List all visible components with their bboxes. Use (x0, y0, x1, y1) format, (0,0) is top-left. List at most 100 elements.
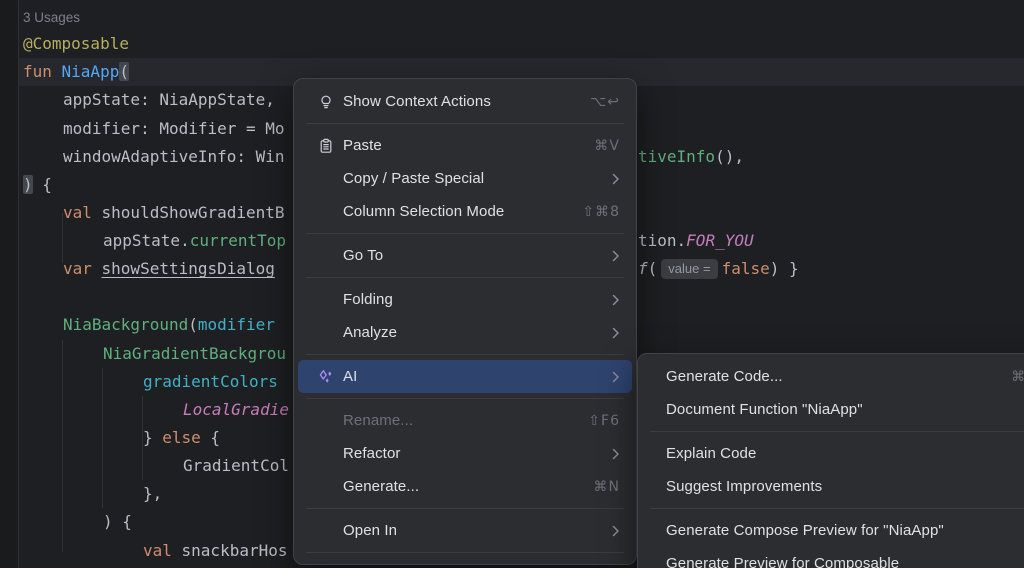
menu-item-label: Open In (343, 522, 397, 539)
code-line[interactable]: modifier: Modifier = Mo (63, 115, 285, 143)
menu-item-generate[interactable]: Generate...⌘N (298, 470, 632, 503)
menu-item-label: Generate Code... (666, 368, 783, 385)
code-line[interactable]: }, (143, 480, 162, 508)
code-line[interactable]: ) { (23, 171, 52, 199)
menu-item-label: Rename... (343, 412, 413, 429)
code-line[interactable]: appState.currentTop (103, 227, 286, 255)
code-token: modifier: Modifier = Mo (63, 119, 285, 138)
code-line[interactable]: f(value =false) } (638, 255, 799, 283)
code-line[interactable]: ) { (103, 508, 132, 536)
code-token: modifier (198, 315, 275, 334)
code-line[interactable]: windowAdaptiveInfo: Win (63, 143, 285, 171)
code-token: else (162, 428, 201, 447)
menu-item-open-in[interactable]: Open In (298, 514, 632, 547)
code-token: { (33, 175, 52, 194)
code-token: (), (715, 147, 744, 166)
code-token: NiaGradientBackgrou (103, 344, 286, 363)
code-line[interactable]: LocalGradie (183, 396, 289, 424)
menu-item-label: Show Context Actions (343, 93, 491, 110)
code-token: val (63, 203, 102, 222)
code-line[interactable]: appState: NiaAppState, (63, 86, 275, 114)
ide-editor-screen: 3 Usages @Composablefun NiaApp( appState: … (0, 0, 1024, 568)
menu-item-paste[interactable]: Paste⌘V (298, 129, 632, 162)
context-menu: Show Context Actions⌥↩ Paste⌘V Copy / Past… (293, 78, 637, 565)
code-token: ( (119, 62, 129, 81)
menu-item-label: Paste (343, 137, 382, 154)
menu-item-suggest-improvements[interactable]: Suggest Improvements (642, 470, 1024, 503)
menu-item-label: Column Selection Mode (343, 203, 504, 220)
menu-separator (306, 277, 624, 278)
ai-submenu: Generate Code... ⌘\ Document Function "Nia… (637, 353, 1024, 568)
code-token: val (143, 541, 182, 560)
code-token: ( (648, 259, 658, 278)
code-token: NiaBackground (63, 315, 188, 334)
icon-spacer (318, 413, 334, 429)
code-line[interactable]: } else { (143, 424, 220, 452)
code-token: ) } (770, 259, 799, 278)
menu-shortcut: ⇧F6 (588, 413, 620, 429)
menu-separator (306, 552, 624, 553)
code-line[interactable]: NiaGradientBackgrou (103, 340, 286, 368)
code-line[interactable]: GradientCol (183, 452, 289, 480)
menu-item-refactor[interactable]: Refactor (298, 437, 632, 470)
chevron-right-icon (612, 173, 620, 185)
chevron-right-icon (612, 448, 620, 460)
code-token: fun (23, 62, 62, 81)
menu-item-generate-code[interactable]: Generate Code... ⌘\ (642, 360, 1024, 393)
code-line[interactable]: gradientColors (143, 368, 278, 396)
chevron-right-icon (612, 327, 620, 339)
menu-separator (306, 354, 624, 355)
menu-item-document-function-niaapp[interactable]: Document Function "NiaApp" (642, 393, 1024, 426)
code-token: tiveInfo (638, 147, 715, 166)
code-token: tion. (638, 231, 686, 250)
menu-item-label: Analyze (343, 324, 397, 341)
menu-item-rename[interactable]: Rename... ⇧F6 (298, 404, 632, 437)
menu-item-label: Copy / Paste Special (343, 170, 484, 187)
code-token: 3 Usages (23, 10, 80, 25)
code-line[interactable]: NiaBackground(modifier (63, 311, 275, 339)
code-line[interactable]: val snackbarHos (143, 537, 288, 565)
menu-item-label: Generate Compose Preview for "NiaApp" (666, 522, 944, 539)
code-line[interactable]: @Composable (23, 30, 129, 58)
menu-item-folding[interactable]: Folding (298, 283, 632, 316)
menu-shortcut: ⌘\ (1011, 369, 1024, 385)
clipboard-icon (318, 138, 334, 154)
chevron-right-icon (612, 371, 620, 383)
code-token: appState: NiaAppState, (63, 90, 275, 109)
code-line[interactable]: val shouldShowGradientB (63, 199, 285, 227)
menu-separator (306, 508, 624, 509)
menu-item-label: Suggest Improvements (666, 478, 822, 495)
menu-item-show-context-actions[interactable]: Show Context Actions⌥↩ (298, 85, 632, 118)
code-token: showSettingsDialog (102, 259, 275, 278)
chevron-right-icon (612, 250, 620, 262)
code-line[interactable]: tion.FOR_YOU (638, 227, 754, 255)
code-line[interactable]: 3 Usages (23, 3, 80, 31)
menu-item-copy-paste-special[interactable]: Copy / Paste Special (298, 162, 632, 195)
chevron-right-icon (612, 294, 620, 306)
ai-sparkle-icon (318, 369, 334, 385)
icon-spacer (318, 171, 334, 187)
code-line[interactable]: tiveInfo(), (638, 143, 744, 171)
menu-item-label: AI (343, 368, 357, 385)
menu-separator (306, 398, 624, 399)
menu-item-go-to[interactable]: Go To (298, 239, 632, 272)
icon-spacer (318, 248, 334, 264)
code-token: ) { (103, 512, 132, 531)
menu-item-generate-preview-for-composable[interactable]: Generate Preview for Composable (642, 547, 1024, 568)
code-line[interactable]: fun NiaApp( (23, 58, 129, 86)
icon-spacer (318, 523, 334, 539)
indent-guide (62, 340, 63, 552)
code-line[interactable]: var showSettingsDialog (63, 255, 275, 283)
menu-separator (650, 508, 1024, 509)
menu-item-label: Folding (343, 291, 393, 308)
chevron-right-icon (612, 525, 620, 537)
menu-item-ai[interactable]: AI (298, 360, 632, 393)
code-token: } (143, 428, 162, 447)
menu-item-column-selection-mode[interactable]: Column Selection Mode⇧⌘8 (298, 195, 632, 228)
menu-separator (306, 123, 624, 124)
menu-item-label: Generate Preview for Composable (666, 555, 899, 568)
menu-item-explain-code[interactable]: Explain Code (642, 437, 1024, 470)
code-token: LocalGradie (183, 400, 289, 419)
menu-item-analyze[interactable]: Analyze (298, 316, 632, 349)
menu-item-generate-compose-preview-for-niaapp[interactable]: Generate Compose Preview for "NiaApp" (642, 514, 1024, 547)
